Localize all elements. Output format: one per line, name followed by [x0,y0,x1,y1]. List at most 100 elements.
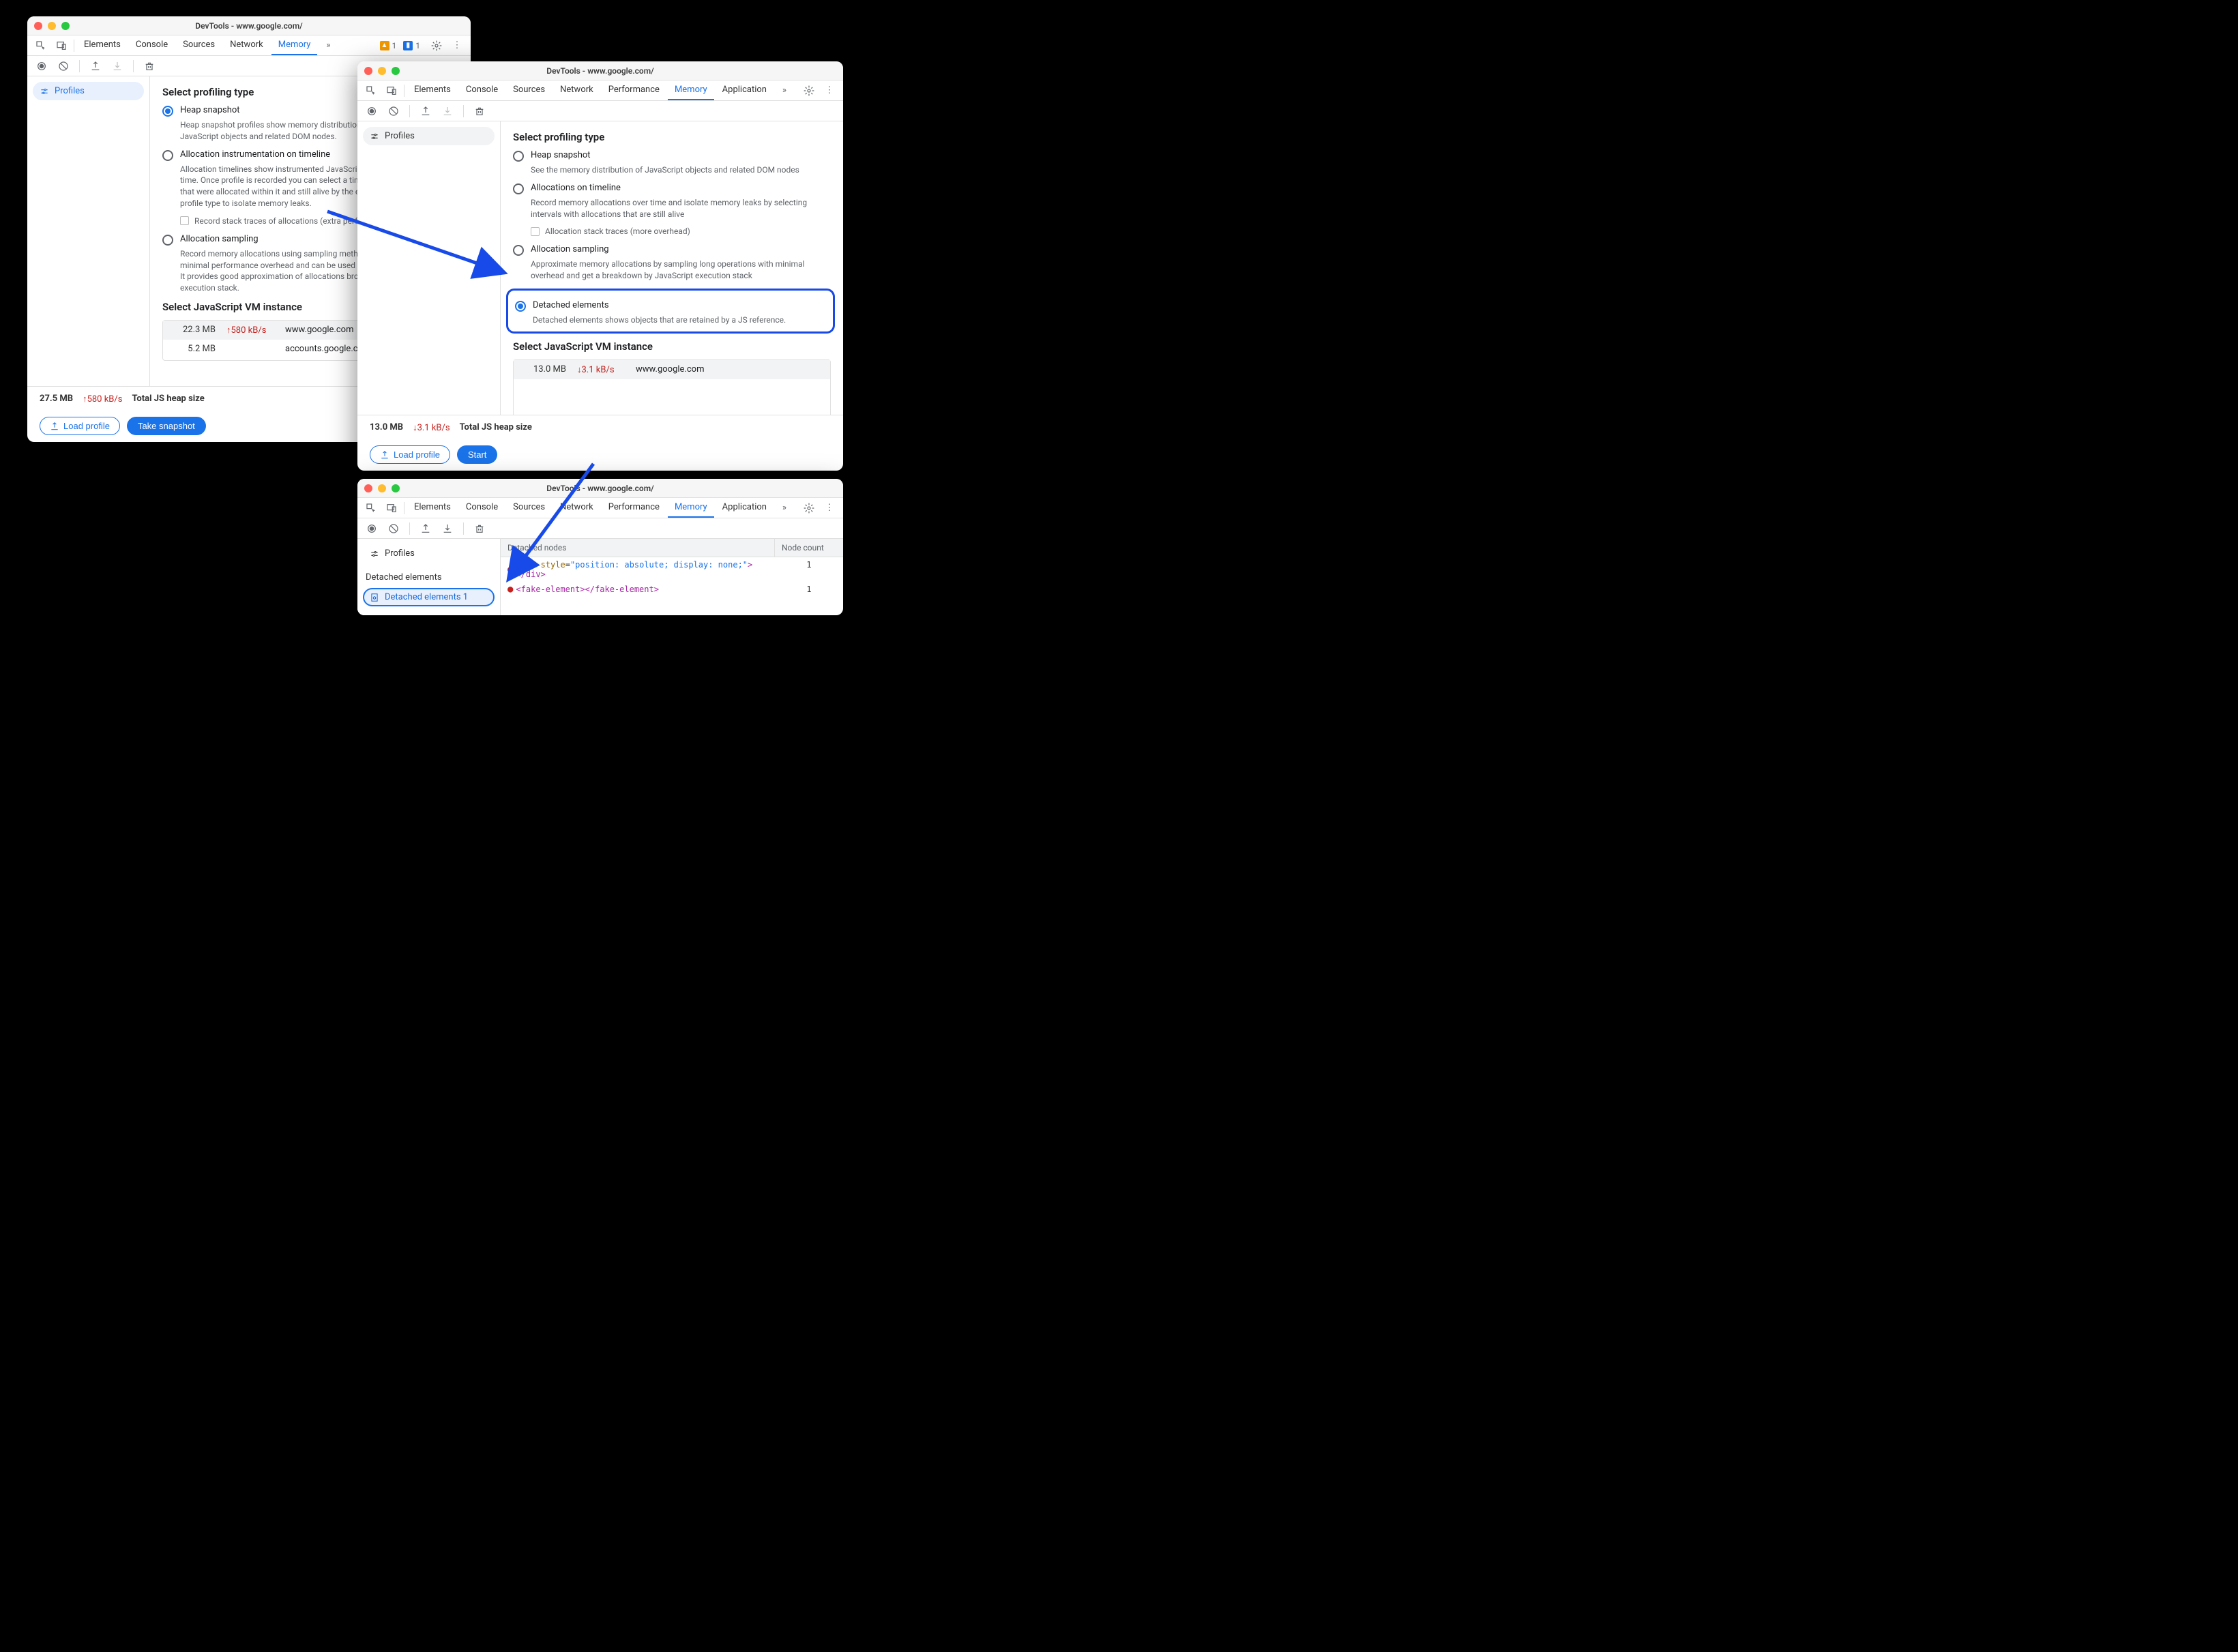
devtools-window-2: DevTools - www.google.com/ Elements Cons… [357,61,843,471]
tab-application[interactable]: Application [716,80,774,100]
checkbox-label: Allocation stack traces (more overhead) [545,226,690,236]
load-profile-button[interactable]: Load profile [40,417,120,435]
tab-network[interactable]: Network [553,498,600,518]
more-menu-icon[interactable]: ⋮ [820,503,839,513]
clear-icon[interactable] [386,521,401,536]
option-label: Allocations on timeline [531,183,621,193]
window-title: DevTools - www.google.com/ [357,66,843,76]
inspect-icon[interactable] [31,40,50,51]
load-profile-button[interactable]: Load profile [370,445,450,464]
settings-icon[interactable] [799,503,819,514]
profiles-item[interactable]: Profiles [363,544,495,563]
vm-row[interactable]: 13.0 MB ↓3.1 kB/s www.google.com [514,360,830,379]
checkbox-icon[interactable] [180,216,189,225]
gc-icon[interactable] [472,104,487,119]
tab-elements[interactable]: Elements [77,35,128,55]
clear-icon[interactable] [56,59,71,74]
allocation-stack-traces-checkbox[interactable]: Allocation stack traces (more overhead) [531,226,831,236]
option-allocation-timeline[interactable]: Allocations on timeline [513,183,831,194]
device-toggle-icon[interactable] [382,85,401,96]
radio-icon[interactable] [515,301,526,312]
tab-sources[interactable]: Sources [176,35,222,55]
detached-node-row[interactable]: ●<fake-element></fake-element> 1 [501,582,843,597]
radio-icon[interactable] [513,183,524,194]
download-icon [440,104,455,119]
more-menu-icon[interactable]: ⋮ [447,40,467,50]
tab-performance[interactable]: Performance [602,498,666,518]
col-header-nodes[interactable]: Detached nodes [501,539,775,557]
tab-memory[interactable]: Memory [668,498,714,518]
tab-performance[interactable]: Performance [602,80,666,100]
info-badge-icon[interactable]: ▮ [403,41,413,50]
option-heap-snapshot[interactable]: Heap snapshot [513,150,831,162]
tab-application[interactable]: Application [716,498,774,518]
clear-icon[interactable] [386,104,401,119]
tab-elements[interactable]: Elements [407,498,458,518]
more-tabs-icon[interactable]: » [319,40,338,50]
profiles-item[interactable]: Profiles [363,127,495,145]
option-desc: Record memory allocations over time and … [531,197,831,220]
sliders-icon [40,87,49,96]
device-toggle-icon[interactable] [52,40,71,51]
settings-icon[interactable] [427,40,446,51]
profiles-item[interactable]: Profiles [33,82,144,100]
tab-elements[interactable]: Elements [407,80,458,100]
bullet-icon: ● [507,585,513,594]
gc-icon[interactable] [142,59,157,74]
record-icon[interactable] [364,104,379,119]
device-toggle-icon[interactable] [382,503,401,514]
more-tabs-icon[interactable]: » [775,85,794,95]
checkbox-icon[interactable] [531,227,540,236]
tab-memory[interactable]: Memory [668,80,714,100]
radio-icon[interactable] [162,235,173,246]
inspect-icon[interactable] [362,503,381,514]
download-icon[interactable] [440,521,455,536]
option-allocation-sampling[interactable]: Allocation sampling [513,244,831,256]
profile-item-label: Detached elements 1 [385,592,468,602]
titlebar: DevTools - www.google.com/ [357,61,843,80]
take-snapshot-button[interactable]: Take snapshot [127,417,206,435]
load-profile-label: Load profile [394,449,440,460]
radio-icon[interactable] [162,106,173,117]
warning-badge-icon[interactable]: ▲ [380,41,389,50]
settings-icon[interactable] [799,85,819,96]
start-button[interactable]: Start [457,445,497,464]
total-rate: ↑580 kB/s [83,394,122,404]
vm-size: 13.0 MB [522,364,566,375]
vm-size: 5.2 MB [171,344,216,354]
record-icon[interactable] [34,59,49,74]
gc-icon[interactable] [472,521,487,536]
vm-size: 22.3 MB [171,325,216,336]
profiles-sidebar: Profiles Detached elements Detached elem… [357,539,501,615]
vm-instance-title: Select JavaScript VM instance [513,340,831,353]
option-desc: See the memory distribution of JavaScrip… [531,164,831,176]
more-tabs-icon[interactable]: » [775,503,794,513]
vm-rate: ↑580 kB/s [226,325,274,336]
option-label: Allocation sampling [531,244,609,254]
record-icon[interactable] [364,521,379,536]
tab-network[interactable]: Network [223,35,270,55]
inspect-icon[interactable] [362,85,381,96]
col-header-count[interactable]: Node count [775,539,843,557]
tab-console[interactable]: Console [129,35,175,55]
upload-icon[interactable] [418,104,433,119]
window-title: DevTools - www.google.com/ [357,484,843,493]
tab-sources[interactable]: Sources [506,80,552,100]
tab-console[interactable]: Console [459,498,505,518]
upload-icon[interactable] [88,59,103,74]
tab-sources[interactable]: Sources [506,498,552,518]
radio-icon[interactable] [513,245,524,256]
radio-icon[interactable] [162,150,173,161]
option-label: Heap snapshot [180,105,240,115]
total-size: 13.0 MB [370,422,403,433]
upload-icon[interactable] [418,521,433,536]
option-detached-elements[interactable]: Detached elements [515,300,829,312]
tab-console[interactable]: Console [459,80,505,100]
radio-icon[interactable] [513,151,524,162]
more-menu-icon[interactable]: ⋮ [820,85,839,95]
tab-network[interactable]: Network [553,80,600,100]
detached-node-row[interactable]: ●<div style="position: absolute; display… [501,557,843,582]
load-profile-label: Load profile [63,421,110,431]
detached-elements-profile-item[interactable]: Detached elements 1 [363,588,495,606]
tab-memory[interactable]: Memory [271,35,318,55]
